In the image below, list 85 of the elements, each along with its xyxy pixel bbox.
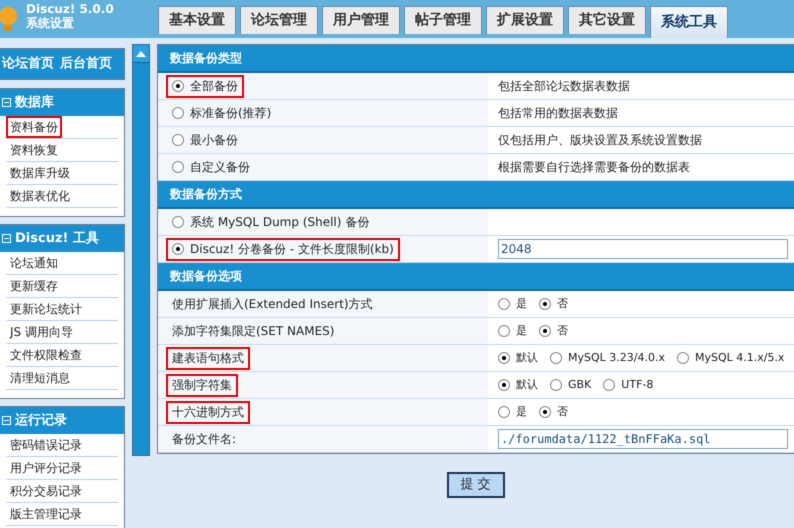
option-label: 强制字符集 bbox=[166, 374, 238, 396]
radio-button[interactable] bbox=[172, 134, 184, 146]
sidebar-header-label: 数据库 bbox=[15, 94, 54, 112]
radio-option[interactable]: UTF-8 bbox=[603, 376, 654, 394]
sidebar-header[interactable]: Discuz! 工具 bbox=[0, 225, 124, 252]
submit-button[interactable]: 提 交 bbox=[446, 472, 504, 498]
radio-button[interactable] bbox=[539, 298, 551, 310]
sidebar-item[interactable]: 文件权限检查 bbox=[6, 344, 86, 366]
sidebar-item[interactable]: 数据库升级 bbox=[6, 162, 74, 184]
radio-button[interactable] bbox=[498, 352, 510, 364]
tab[interactable]: 扩展设置 bbox=[486, 6, 564, 34]
tab[interactable]: 帖子管理 bbox=[404, 6, 482, 34]
radio-button[interactable] bbox=[172, 107, 184, 119]
radio-button[interactable] bbox=[172, 243, 184, 255]
radio-option[interactable]: Discuz! 分卷备份 - 文件长度限制(kb) bbox=[166, 238, 400, 260]
up-arrow-icon bbox=[136, 50, 146, 56]
sidebar-header-label: Discuz! 工具 bbox=[15, 230, 99, 248]
sidebar-header[interactable]: 运行记录 bbox=[0, 407, 124, 434]
radio-option[interactable]: MySQL 3.23/4.0.x bbox=[550, 350, 665, 366]
radio-button[interactable] bbox=[550, 352, 562, 364]
sidebar-item[interactable]: 用户评分记录 bbox=[6, 457, 86, 479]
radio-button[interactable] bbox=[498, 325, 510, 337]
radio-option[interactable]: 否 bbox=[539, 322, 568, 340]
size-limit-field[interactable]: 2048 bbox=[498, 239, 788, 259]
radio-option[interactable]: 是 bbox=[498, 322, 527, 340]
sidebar-item[interactable]: 更新缓存 bbox=[6, 275, 62, 297]
sidebar-item[interactable]: 更新论坛统计 bbox=[6, 298, 86, 320]
radio-option[interactable]: 否 bbox=[539, 404, 568, 420]
radio-button[interactable] bbox=[539, 406, 551, 418]
scroll-up-button[interactable] bbox=[133, 45, 149, 63]
radio-button[interactable] bbox=[498, 379, 510, 391]
radio-button[interactable] bbox=[603, 379, 616, 391]
sidebar-header-label: 运行记录 bbox=[15, 412, 67, 430]
option-label: 建表语句格式 bbox=[166, 346, 250, 370]
radio-option[interactable]: 默认 bbox=[498, 376, 538, 394]
radio-button[interactable] bbox=[172, 216, 184, 228]
page-subtitle: 系统设置 bbox=[26, 16, 75, 30]
product-version: Discuz! 5.0.0 bbox=[26, 2, 114, 16]
radio-button[interactable] bbox=[539, 325, 551, 337]
section-title: 数据备份类型 bbox=[170, 50, 242, 67]
option-description: 包括常用的数据表数据 bbox=[498, 105, 618, 122]
sidebar-item[interactable]: 数据表优化 bbox=[6, 185, 74, 207]
radio-button[interactable] bbox=[676, 352, 689, 364]
section-title: 数据备份方式 bbox=[170, 186, 242, 203]
tab[interactable]: 系统工具 bbox=[650, 6, 728, 38]
radio-option[interactable]: 是 bbox=[498, 404, 527, 420]
sidebar-item[interactable]: 密码错误记录 bbox=[6, 434, 86, 456]
tab[interactable]: 基本设置 bbox=[158, 6, 236, 34]
option-label: 十六进制方式 bbox=[166, 400, 250, 424]
radio-option[interactable]: MySQL 4.1.x/5.x bbox=[676, 350, 784, 366]
sidebar-item[interactable]: 清理短消息 bbox=[6, 367, 74, 389]
radio-option[interactable]: 默认 bbox=[498, 350, 538, 366]
radio-button[interactable] bbox=[550, 379, 562, 391]
sidebar-item[interactable]: 版主管理记录 bbox=[6, 503, 86, 525]
option-label: 添加字符集限定(SET NAMES) bbox=[171, 323, 336, 340]
radio-option[interactable]: GBK bbox=[550, 376, 592, 394]
collapse-icon bbox=[2, 234, 11, 243]
field-label: 备份文件名: bbox=[171, 431, 238, 448]
option-description: 根据需要自行选择需要备份的数据表 bbox=[498, 159, 690, 176]
collapse-icon bbox=[2, 98, 11, 107]
tab[interactable]: 用户管理 bbox=[322, 6, 400, 34]
filename-field[interactable]: ./forumdata/1122_tBnFFaKa.sql bbox=[498, 429, 788, 449]
collapse-icon bbox=[2, 416, 11, 425]
sidebar-header[interactable]: 数据库 bbox=[0, 89, 124, 116]
option-description: 包括全部论坛数据表数据 bbox=[498, 78, 630, 95]
option-label: 使用扩展插入(Extended Insert)方式 bbox=[171, 296, 374, 313]
radio-button[interactable] bbox=[172, 161, 184, 173]
nav-link[interactable]: 论坛首页 bbox=[2, 54, 54, 74]
radio-option[interactable]: 是 bbox=[498, 296, 527, 312]
radio-option[interactable]: 全部备份 bbox=[166, 74, 244, 98]
sidebar-item[interactable]: JS 调用向导 bbox=[6, 321, 77, 343]
tab[interactable]: 其它设置 bbox=[568, 6, 646, 34]
sidebar-item[interactable]: 论坛通知 bbox=[6, 252, 62, 274]
tab[interactable]: 论坛管理 bbox=[240, 6, 318, 34]
section-title: 数据备份选项 bbox=[170, 268, 242, 285]
sidebar-item[interactable]: 资料备份 bbox=[6, 116, 62, 138]
option-description: 仅包括用户、版块设置及系统设置数据 bbox=[498, 132, 702, 149]
sidebar-item[interactable]: 积分交易记录 bbox=[6, 480, 86, 502]
radio-button[interactable] bbox=[498, 298, 510, 310]
radio-button[interactable] bbox=[498, 406, 510, 418]
nav-link[interactable]: 后台首页 bbox=[60, 54, 112, 74]
radio-option[interactable]: 否 bbox=[539, 296, 568, 312]
sidebar-item[interactable]: 资料恢复 bbox=[6, 139, 62, 161]
radio-button[interactable] bbox=[172, 80, 184, 92]
scrollbar[interactable] bbox=[132, 44, 150, 456]
